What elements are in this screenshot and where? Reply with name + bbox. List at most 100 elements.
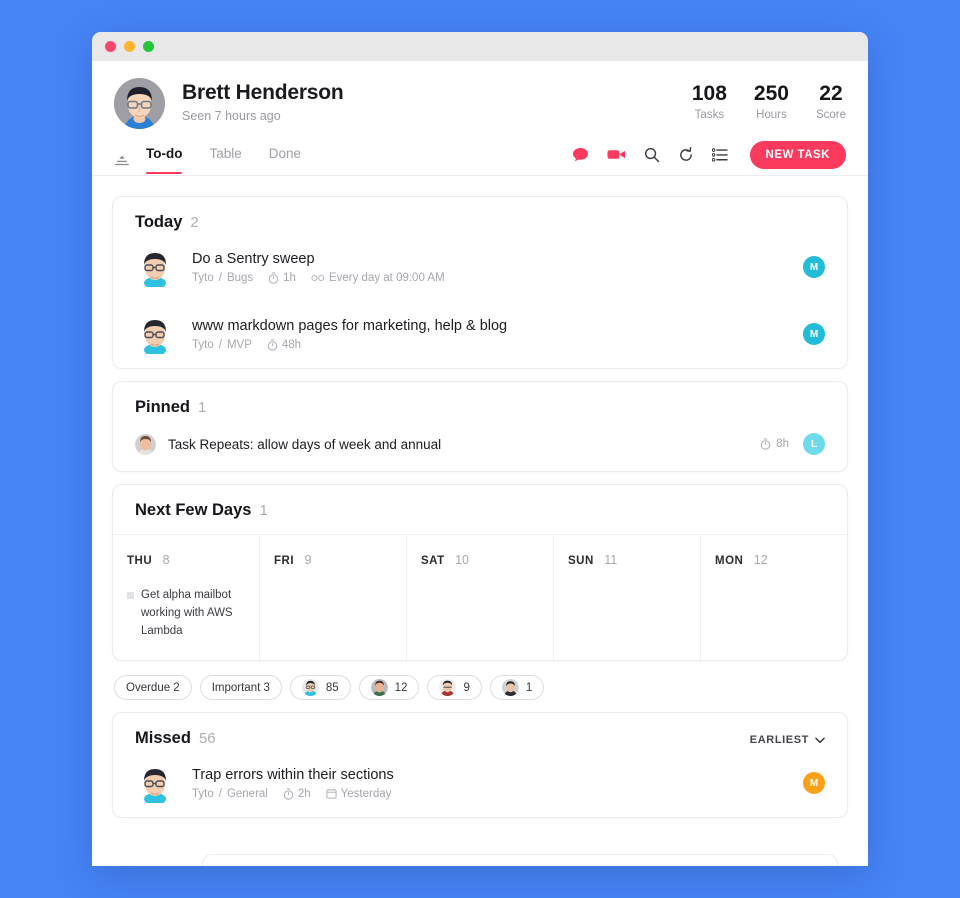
day-number: 10 bbox=[455, 553, 470, 567]
task-row[interactable]: www markdown pages for marketing, help &… bbox=[113, 301, 847, 368]
task-date: Yesterday bbox=[340, 787, 392, 800]
task-meta: Tyto / Bugs 1h Every day at 09:00 AM bbox=[192, 272, 789, 284]
task-category: General bbox=[226, 787, 268, 800]
day-name: SUN bbox=[568, 555, 594, 567]
task-date-group: Yesterday bbox=[326, 787, 392, 800]
calendar-day-thu[interactable]: THU 8 Get alpha mailbot working with AWS… bbox=[113, 535, 260, 661]
section-count: 2 bbox=[190, 214, 199, 231]
profile-header: Brett Henderson Seen 7 hours ago 108 Tas… bbox=[92, 61, 868, 129]
tab-table[interactable]: Table bbox=[209, 146, 241, 174]
chip-person-2[interactable]: 12 bbox=[358, 675, 420, 701]
meta-separator: / bbox=[218, 271, 222, 284]
avatar bbox=[114, 78, 165, 129]
search-icon[interactable] bbox=[644, 147, 660, 163]
missed-header: Missed 56 EARLIEST bbox=[113, 713, 847, 750]
main-content: Today 2 Do a Sentry sweep Tyto / Bugs 1h… bbox=[92, 176, 868, 866]
app-window: Brett Henderson Seen 7 hours ago 108 Tas… bbox=[92, 32, 868, 866]
pinned-header: Pinned 1 bbox=[113, 382, 847, 419]
day-name: SAT bbox=[421, 555, 445, 567]
calendar-day-mon[interactable]: MON 12 bbox=[701, 535, 847, 660]
task-avatar bbox=[135, 314, 175, 354]
person-avatar-3-icon bbox=[439, 679, 457, 697]
profile-stats: 108 Tasks 250 Hours 22 Score bbox=[692, 78, 846, 121]
timer-icon bbox=[760, 438, 771, 450]
chip-count: 85 bbox=[325, 681, 339, 694]
task-duration-group: 1h bbox=[268, 272, 296, 284]
task-row[interactable]: Task Repeats: allow days of week and ann… bbox=[113, 419, 847, 471]
meta-separator: / bbox=[218, 338, 222, 351]
calendar-day-header: THU 8 bbox=[127, 551, 245, 569]
close-button[interactable] bbox=[105, 41, 116, 52]
day-name: MON bbox=[715, 555, 744, 567]
missed-card: Missed 56 EARLIEST Trap errors within th… bbox=[112, 712, 848, 819]
stat-label: Tasks bbox=[694, 109, 725, 121]
new-task-button[interactable]: NEW TASK bbox=[749, 140, 846, 169]
zoom-button[interactable] bbox=[143, 41, 154, 52]
assignee-badge[interactable]: L bbox=[803, 433, 825, 455]
task-meta: Tyto / General 2h Yesterday bbox=[192, 788, 789, 800]
task-project: Tyto bbox=[192, 787, 214, 800]
profile-identity: Brett Henderson Seen 7 hours ago bbox=[182, 78, 692, 123]
pinned-card: Pinned 1 Task Repeats: allow days of wee… bbox=[112, 381, 848, 472]
task-avatar bbox=[135, 763, 175, 804]
task-repeat-group: Every day at 09:00 AM bbox=[311, 272, 445, 284]
task-marker-icon bbox=[127, 592, 134, 599]
assignee-badge[interactable]: M bbox=[803, 772, 825, 795]
timer-icon bbox=[268, 271, 279, 284]
calendar-day-fri[interactable]: FRI 9 bbox=[260, 535, 407, 661]
calendar-day-header: FRI 9 bbox=[274, 551, 392, 569]
stat-tasks: 108 Tasks bbox=[692, 82, 727, 121]
task-title: Task Repeats: allow days of week and ann… bbox=[168, 436, 442, 452]
task-duration-group: 8h bbox=[760, 438, 789, 450]
calendar-day-header: SAT 10 bbox=[421, 551, 539, 569]
person-avatar-4-icon bbox=[501, 679, 519, 697]
calendar-task[interactable]: Get alpha mailbot working with AWS Lambd… bbox=[127, 587, 245, 640]
person-avatar-2-icon bbox=[370, 679, 388, 697]
video-camera-icon[interactable] bbox=[606, 148, 626, 161]
task-category: Bugs bbox=[226, 271, 254, 284]
today-card: Today 2 Do a Sentry sweep Tyto / Bugs 1h… bbox=[112, 196, 848, 369]
timer-icon bbox=[283, 788, 294, 800]
task-row[interactable]: Trap errors within their sections Tyto /… bbox=[113, 750, 847, 817]
tab-done[interactable]: Done bbox=[269, 146, 301, 174]
chip-person-3[interactable]: 9 bbox=[427, 675, 482, 701]
sort-filter-icon[interactable] bbox=[114, 154, 132, 167]
chip-person-1[interactable]: 85 bbox=[289, 675, 351, 701]
calendar-day-header: MON 12 bbox=[715, 551, 833, 569]
last-seen: Seen 7 hours ago bbox=[182, 109, 281, 123]
calendar-strip: THU 8 Get alpha mailbot working with AWS… bbox=[113, 534, 847, 661]
tab-todo[interactable]: To-do bbox=[146, 146, 183, 174]
task-avatar bbox=[135, 247, 175, 287]
chip-important[interactable]: Important 3 bbox=[199, 675, 282, 701]
calendar-day-sun[interactable]: SUN 11 bbox=[554, 535, 701, 661]
person-avatar-1-icon bbox=[301, 679, 319, 697]
user-name: Brett Henderson bbox=[182, 81, 344, 104]
task-duration-group: 48h bbox=[267, 339, 301, 351]
next-few-days-header: Next Few Days 1 bbox=[113, 485, 847, 522]
task-row[interactable]: Do a Sentry sweep Tyto / Bugs 1h Every d… bbox=[113, 234, 847, 301]
list-icon[interactable] bbox=[711, 147, 728, 162]
app-body: Brett Henderson Seen 7 hours ago 108 Tas… bbox=[92, 61, 868, 866]
assignee-badge[interactable]: M bbox=[803, 256, 825, 278]
chip-count: 12 bbox=[394, 681, 408, 694]
chat-bubble-icon[interactable] bbox=[572, 147, 589, 162]
task-duration: 48h bbox=[281, 338, 302, 351]
refresh-icon[interactable] bbox=[678, 146, 694, 163]
assignee-badge[interactable]: M bbox=[803, 323, 825, 345]
calendar-task-title: Get alpha mailbot working with AWS Lambd… bbox=[141, 589, 233, 637]
next-card-peek bbox=[202, 854, 838, 866]
stat-hours: 250 Hours bbox=[754, 82, 789, 121]
sort-dropdown[interactable]: EARLIEST bbox=[750, 734, 825, 746]
calendar-day-sat[interactable]: SAT 10 bbox=[407, 535, 554, 661]
day-number: 12 bbox=[753, 553, 768, 567]
infinity-repeat-icon bbox=[311, 274, 325, 281]
stat-value: 22 bbox=[819, 82, 843, 105]
task-body: www markdown pages for marketing, help &… bbox=[192, 318, 789, 351]
tab-bar: To-do Table Done NEW TASK bbox=[92, 129, 868, 176]
task-body: Trap errors within their sections Tyto /… bbox=[192, 767, 789, 800]
chip-overdue[interactable]: Overdue 2 bbox=[114, 675, 192, 701]
chip-person-4[interactable]: 1 bbox=[489, 675, 545, 701]
task-category: MVP bbox=[226, 338, 252, 351]
window-titlebar bbox=[92, 32, 868, 61]
minimize-button[interactable] bbox=[124, 41, 135, 52]
